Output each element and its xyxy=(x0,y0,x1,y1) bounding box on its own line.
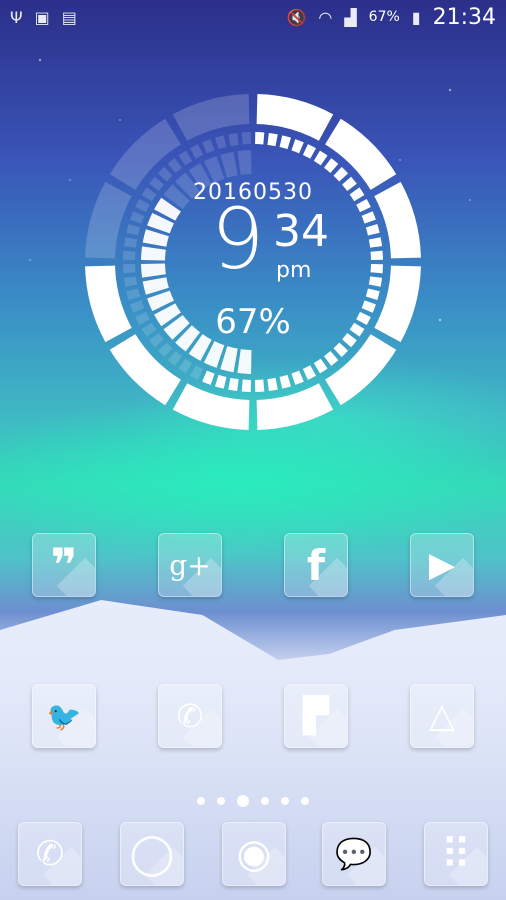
quote-icon: ❞ xyxy=(50,538,78,592)
page-dot[interactable] xyxy=(217,797,225,805)
widget-ampm: pm xyxy=(276,258,312,283)
status-bar: Ψ ▣ ▤ 🔇 ◠ ▟ 67% ▮ 21:34 xyxy=(0,0,506,34)
widget-minutes: 34 xyxy=(273,206,329,257)
flipboard-app-icon[interactable]: ▛ xyxy=(284,684,348,748)
page-dot[interactable] xyxy=(281,797,289,805)
whatsapp-app-icon[interactable]: ✆ xyxy=(158,684,222,748)
chat-bubble-icon: 💬 xyxy=(335,836,373,872)
drive-app-icon[interactable]: △ xyxy=(410,684,474,748)
home-row-1: ❞ g+ f ▶ xyxy=(0,533,506,603)
google-plus-app-icon[interactable]: g+ xyxy=(158,533,222,597)
usb-icon: Ψ xyxy=(10,7,23,27)
wifi-icon: ◠ xyxy=(318,7,333,27)
clock-widget[interactable]: 20160530 9 34 pm 67% xyxy=(83,92,423,432)
camera-icon: ◯ xyxy=(129,831,175,877)
recycle-icon: ▤ xyxy=(61,7,77,27)
status-time: 21:34 xyxy=(432,4,496,30)
widget-battery: 67% xyxy=(215,302,291,342)
battery-charging-icon: ▮ xyxy=(411,7,421,27)
page-dot[interactable] xyxy=(301,797,309,805)
home-row-2: 🐦 ✆ ▛ △ xyxy=(0,684,506,754)
page-indicator[interactable] xyxy=(0,795,506,807)
battery-percent: 67% xyxy=(368,9,400,25)
quote-app-icon[interactable]: ❞ xyxy=(32,533,96,597)
phone-app-icon[interactable]: ✆ xyxy=(18,822,82,886)
grid-icon: ⠿ xyxy=(440,829,472,879)
facebook-app-icon[interactable]: f xyxy=(284,533,348,597)
phone-icon: ✆ xyxy=(35,834,65,874)
dock: ✆ ◯ ◉ 💬 ⠿ xyxy=(0,820,506,890)
flipboard-icon: ▛ xyxy=(302,696,330,736)
camera-app-icon[interactable]: ◯ xyxy=(120,822,184,886)
play-icon: ▶ xyxy=(428,545,456,585)
chrome-app-icon[interactable]: ◉ xyxy=(222,822,286,886)
google-plus-icon: g+ xyxy=(169,548,211,582)
drive-icon: △ xyxy=(428,696,456,736)
twitter-app-icon[interactable]: 🐦 xyxy=(32,684,96,748)
signal-icon: ▟ xyxy=(344,7,357,27)
play-store-app-icon[interactable]: ▶ xyxy=(410,533,474,597)
mute-icon: 🔇 xyxy=(286,7,307,27)
page-dot-active[interactable] xyxy=(237,795,249,807)
page-dot[interactable] xyxy=(261,797,269,805)
facebook-icon: f xyxy=(306,540,326,590)
messaging-app-icon[interactable]: 💬 xyxy=(322,822,386,886)
page-dot[interactable] xyxy=(197,797,205,805)
phone-bubble-icon: ✆ xyxy=(176,697,204,735)
twitter-bird-icon: 🐦 xyxy=(46,699,82,733)
widget-hour: 9 xyxy=(211,190,265,288)
image-icon: ▣ xyxy=(34,7,50,27)
app-drawer-button[interactable]: ⠿ xyxy=(424,822,488,886)
chrome-icon: ◉ xyxy=(236,831,272,877)
